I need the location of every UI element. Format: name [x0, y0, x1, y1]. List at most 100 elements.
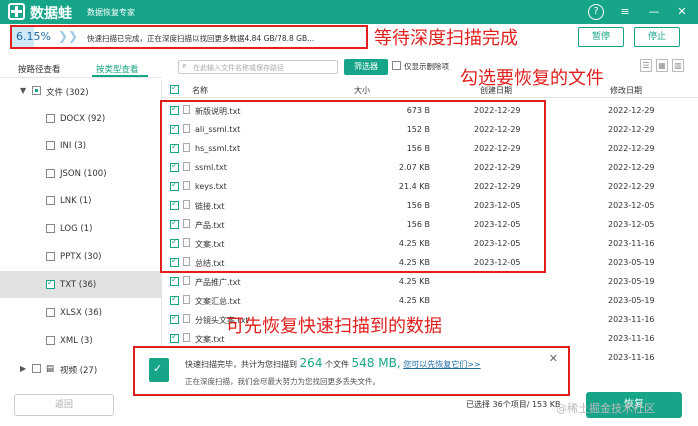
- title-bar: 数据蛙 数据恢复专家 ? ≡ — ✕: [0, 0, 698, 24]
- menu-icon[interactable]: ≡: [617, 4, 633, 20]
- tree-checkbox[interactable]: [46, 308, 55, 317]
- col-size[interactable]: 大小: [354, 85, 370, 96]
- tree-checkbox[interactable]: [46, 252, 55, 261]
- file-modified: 2023-11-16: [608, 239, 655, 248]
- file-modified: 2022-12-29: [608, 125, 655, 134]
- file-name: 文案.txt: [195, 335, 225, 344]
- file-modified: 2023-05-19: [608, 296, 655, 305]
- search-input[interactable]: ⌕ 在此输入文件名称或保存路径: [178, 60, 338, 74]
- tree-item-ini[interactable]: INI (3): [0, 132, 161, 159]
- tree-checkbox[interactable]: [46, 196, 55, 205]
- stop-button[interactable]: 停止: [634, 27, 680, 47]
- tree-checkbox[interactable]: [46, 336, 55, 345]
- tree-item-label: LOG (1): [60, 224, 93, 234]
- toast-mid: 个文件: [325, 360, 349, 369]
- chevron-down-icon[interactable]: ▼: [20, 86, 26, 95]
- minimize-icon[interactable]: —: [646, 4, 662, 20]
- toast-count: 264: [299, 356, 323, 370]
- tree-item-label: XML (3): [60, 336, 93, 346]
- file-modified: 2022-12-29: [608, 182, 655, 191]
- tree-checkbox[interactable]: [32, 364, 41, 373]
- table-row[interactable]: 产品推广.txt 4.25 KB 2023-05-19: [162, 272, 698, 291]
- tree-checkbox[interactable]: [46, 114, 55, 123]
- col-created[interactable]: 创建日期: [480, 85, 512, 96]
- row-checkbox[interactable]: [170, 332, 179, 343]
- row-checkbox[interactable]: [170, 294, 179, 305]
- pause-button[interactable]: 暂停: [578, 27, 624, 47]
- close-icon[interactable]: ✕: [549, 352, 558, 365]
- table-row[interactable]: 文案汇总.txt 4.25 KB 2023-05-19: [162, 291, 698, 310]
- only-deleted-label: 仅显示删除项: [404, 62, 449, 71]
- tree-root-files[interactable]: ▼ 文件 (302): [0, 80, 161, 107]
- tree-checkbox[interactable]: [46, 169, 55, 178]
- tree-item-label: INI (3): [60, 141, 87, 151]
- tree-item-txt[interactable]: TXT (36): [0, 271, 161, 298]
- toast-prefix: 快速扫描完毕，共计为您扫描到: [185, 360, 297, 369]
- row-checkbox[interactable]: [170, 275, 179, 286]
- txt-file-icon: [183, 333, 190, 342]
- document-check-icon: [149, 358, 169, 382]
- annotation-wait-deep-scan: 等待深度扫描完成: [374, 28, 518, 49]
- back-button[interactable]: 返回: [14, 394, 114, 416]
- file-modified: 2023-11-16: [608, 353, 655, 362]
- tab-by-type[interactable]: 按类型查看: [96, 63, 139, 75]
- selection-highlight: [160, 100, 546, 273]
- txt-file-icon: [183, 295, 190, 304]
- file-modified: 2022-12-29: [608, 163, 655, 172]
- search-placeholder: 在此输入文件名称或保存路径: [193, 64, 284, 72]
- file-modified: 2023-11-16: [608, 334, 655, 343]
- recover-now-link[interactable]: 您可以先恢复它们>>: [403, 360, 480, 369]
- select-all-checkbox[interactable]: [170, 83, 179, 94]
- tree-checkbox[interactable]: [46, 224, 55, 233]
- chevron-right-icon[interactable]: ▶: [20, 364, 26, 373]
- active-tab-indicator: [92, 75, 148, 77]
- view-tabs: 按路径查看 按类型查看: [0, 56, 162, 78]
- file-modified: 2022-12-29: [608, 144, 655, 153]
- tree-item-docx[interactable]: DOCX (92): [0, 105, 161, 132]
- search-icon: ⌕: [182, 61, 188, 71]
- app-logo-icon: [8, 3, 25, 20]
- file-size: 4.25 KB: [398, 277, 430, 286]
- col-name[interactable]: 名称: [192, 85, 208, 96]
- toast-size: 548 MB,: [351, 356, 401, 370]
- tree-item-json[interactable]: JSON (100): [0, 160, 161, 187]
- file-modified: 2023-12-05: [608, 201, 655, 210]
- scan-percent: 6.15%: [16, 30, 51, 43]
- file-modified: 2023-05-19: [608, 258, 655, 267]
- file-size: 4.25 KB: [398, 296, 430, 305]
- selection-status: 已选择 36个项目/ 153 KB: [466, 400, 561, 409]
- tree-item-label: JSON (100): [60, 169, 107, 179]
- preview-view-icon[interactable]: ▥: [672, 59, 684, 72]
- table-header: 名称 大小 创建日期 修改日期: [162, 82, 698, 98]
- tree-checkbox[interactable]: [46, 141, 55, 150]
- list-view-icon[interactable]: ☰: [640, 59, 652, 72]
- tree-item-log[interactable]: LOG (1): [0, 215, 161, 242]
- only-deleted-checkbox[interactable]: [392, 61, 401, 70]
- help-icon[interactable]: ?: [588, 4, 604, 20]
- tree-checkbox[interactable]: [46, 278, 55, 289]
- tree-root-label: 文件 (302): [46, 88, 89, 98]
- scan-progress: 6.15% ❯❯ 快速扫描已完成，正在深度扫描以找回更多数据4.84 GB/78…: [10, 25, 368, 49]
- progress-chevron-icon: ❯❯: [58, 29, 79, 43]
- tree-item-label: DOCX (92): [60, 114, 106, 124]
- file-name: 文案汇总.txt: [195, 297, 241, 306]
- tree-item-xlsx[interactable]: XLSX (36): [0, 299, 161, 326]
- tree-item-label: PPTX (30): [60, 252, 102, 262]
- close-icon[interactable]: ✕: [674, 4, 690, 20]
- video-folder-icon: ▤: [46, 364, 55, 374]
- col-modified[interactable]: 修改日期: [610, 85, 642, 96]
- row-checkbox[interactable]: [170, 313, 179, 324]
- txt-file-icon: [183, 314, 190, 323]
- grid-view-icon[interactable]: ▦: [656, 59, 668, 72]
- watermark: @稀土掘金技术社区: [556, 402, 655, 415]
- root-checkbox[interactable]: [32, 86, 41, 95]
- tree-item-label: LNK (1): [60, 196, 92, 206]
- tree-item-pptx[interactable]: PPTX (30): [0, 243, 161, 270]
- tree-item-label: 视频 (27): [60, 366, 98, 376]
- scan-status-text: 快速扫描已完成，正在深度扫描以找回更多数据4.84 GB/78.8 GB...: [87, 34, 315, 43]
- tree-item-lnk[interactable]: LNK (1): [0, 187, 161, 214]
- tab-by-path[interactable]: 按路径查看: [18, 63, 61, 75]
- file-modified: 2023-05-19: [608, 277, 655, 286]
- filter-button[interactable]: 筛选器: [344, 59, 388, 75]
- annotation-recover-quick: 可先恢复快速扫描到的数据: [226, 316, 442, 337]
